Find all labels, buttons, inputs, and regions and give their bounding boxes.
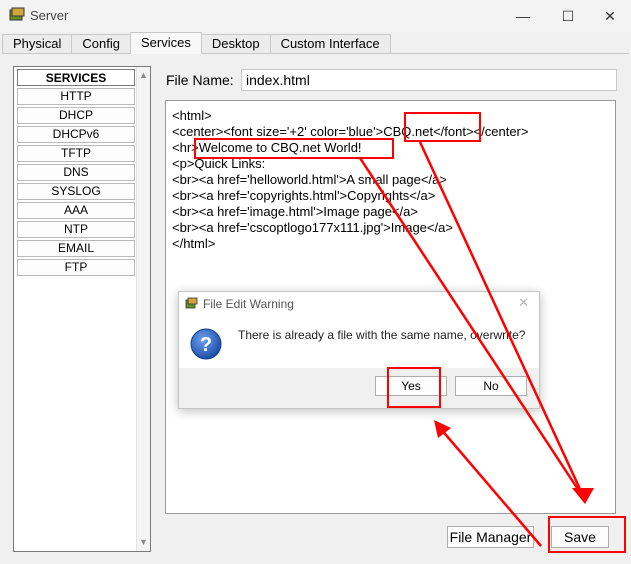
window-title: Server: [30, 8, 69, 23]
file-name-label: File Name:: [166, 72, 234, 88]
service-http[interactable]: HTTP: [17, 88, 135, 105]
code-line: <html>: [172, 108, 212, 123]
service-dhcp[interactable]: DHCP: [17, 107, 135, 124]
tab-desktop[interactable]: Desktop: [200, 34, 271, 54]
annotation-box-welcome: [194, 138, 394, 159]
file-manager-button[interactable]: File Manager: [447, 526, 534, 548]
tab-bar: Physical Config Services Desktop Custom …: [2, 32, 391, 54]
code-line: <br><a href='helloworld.html'>A small pa…: [172, 172, 447, 187]
dialog-footer: Yes No: [179, 368, 539, 408]
dialog-app-icon: [185, 297, 198, 309]
file-edit-warning-dialog: File Edit Warning ✕ ? There is already a…: [178, 291, 540, 409]
scroll-down-icon[interactable]: ▼: [139, 537, 148, 547]
code-line: <br><a href='cscoptlogo177x111.jpg'>Imag…: [172, 220, 453, 235]
minimize-icon: —: [516, 8, 530, 24]
server-app-icon: [9, 7, 25, 21]
service-tftp[interactable]: TFTP: [17, 145, 135, 162]
services-scrollbar[interactable]: ▲ ▼: [136, 67, 150, 551]
annotation-box-cbq: [404, 112, 481, 142]
annotation-box-save: [548, 516, 626, 553]
close-icon: ✕: [604, 7, 616, 24]
services-heading: SERVICES: [17, 69, 135, 86]
close-button[interactable]: ✕: [590, 4, 630, 28]
code-line: <br><a href='image.html'>Image page</a>: [172, 204, 418, 219]
service-ntp[interactable]: NTP: [17, 221, 135, 238]
tab-physical[interactable]: Physical: [2, 34, 73, 54]
svg-text:?: ?: [200, 334, 212, 356]
tab-config[interactable]: Config: [71, 34, 131, 54]
code-line: </html>: [172, 236, 216, 251]
services-panel: SERVICES HTTP DHCP DHCPv6 TFTP DNS SYSLO…: [13, 66, 151, 552]
annotation-box-yes: [387, 367, 441, 408]
tab-divider: [2, 53, 629, 54]
maximize-icon: ☐: [561, 7, 575, 24]
tab-custom-interface[interactable]: Custom Interface: [269, 34, 391, 54]
dialog-message: There is already a file with the same na…: [238, 328, 526, 342]
no-button[interactable]: No: [455, 376, 527, 396]
scroll-up-icon[interactable]: ▲: [139, 70, 148, 80]
file-name-input[interactable]: [241, 69, 617, 91]
question-icon: ?: [190, 328, 222, 360]
service-aaa[interactable]: AAA: [17, 202, 135, 219]
services-list: SERVICES HTTP DHCP DHCPv6 TFTP DNS SYSLO…: [17, 69, 135, 278]
tab-services[interactable]: Services: [130, 32, 202, 54]
dialog-title: File Edit Warning: [203, 297, 294, 311]
dialog-body: ? There is already a file with the same …: [179, 318, 539, 368]
service-dhcpv6[interactable]: DHCPv6: [17, 126, 135, 143]
code-line: <br><a href='copyrights.html'>Copyrights…: [172, 188, 436, 203]
title-bar: Server — ☐ ✕: [0, 0, 631, 32]
service-syslog[interactable]: SYSLOG: [17, 183, 135, 200]
dialog-close-icon[interactable]: ✕: [518, 295, 529, 311]
maximize-button[interactable]: ☐: [548, 4, 588, 28]
service-dns[interactable]: DNS: [17, 164, 135, 181]
service-ftp[interactable]: FTP: [17, 259, 135, 276]
minimize-button[interactable]: —: [503, 4, 543, 28]
service-email[interactable]: EMAIL: [17, 240, 135, 257]
